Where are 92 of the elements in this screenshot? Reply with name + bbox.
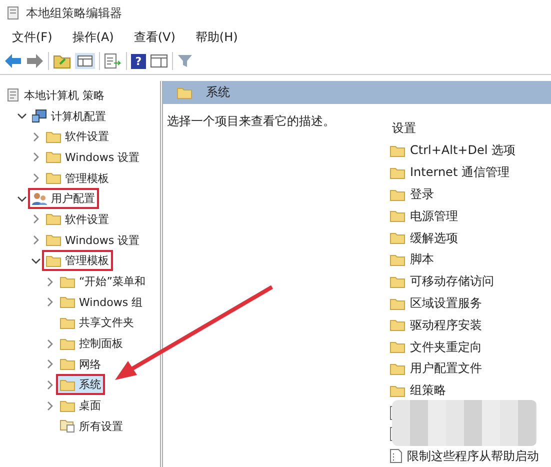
computer-icon — [32, 109, 47, 124]
menu-item[interactable]: 查看(V) — [126, 26, 184, 48]
window-title: 本地组策略编辑器 — [26, 4, 122, 22]
folder-icon — [46, 234, 61, 246]
folder-icon — [390, 166, 405, 179]
tree-item[interactable]: 本地计算机 策略 — [2, 84, 108, 106]
filter-icon[interactable] — [177, 53, 193, 69]
tree-item[interactable]: Windows 组 — [56, 292, 147, 313]
folder-icon — [46, 130, 61, 143]
column-heading: 设置 — [391, 120, 417, 137]
chevron-right-icon[interactable] — [31, 152, 41, 162]
document-icon — [390, 449, 402, 464]
list-item[interactable]: Internet 通信管理 — [410, 164, 510, 182]
chevron-right-icon[interactable] — [31, 173, 41, 184]
folder-icon — [46, 254, 61, 267]
folder-icon — [46, 151, 61, 164]
app-icon — [6, 6, 20, 20]
tree-item[interactable]: “开始”菜单和 — [56, 271, 150, 292]
menu-item[interactable]: 文件(F) — [4, 26, 60, 48]
tree-item[interactable]: 桌面 — [56, 395, 105, 416]
chevron-right-icon[interactable] — [31, 132, 41, 142]
tree-item[interactable]: Windows 设置 — [42, 146, 144, 168]
folder-icon — [60, 296, 75, 308]
folder-icon — [60, 338, 75, 350]
tree-item[interactable]: 共享文件夹 — [56, 312, 138, 334]
chevron-down-icon[interactable] — [17, 194, 27, 204]
list-item[interactable]: 文件夹重定向 — [410, 338, 482, 356]
folder-icon — [390, 384, 405, 397]
list-item[interactable]: 区域设置服务 — [410, 295, 482, 312]
tree-item[interactable]: 所有设置 — [56, 416, 127, 437]
menu-item[interactable]: 帮助(H) — [187, 26, 246, 48]
folder-icon — [390, 298, 405, 310]
folder-icon — [390, 341, 405, 354]
users-icon — [32, 192, 47, 206]
chevron-right-icon[interactable] — [45, 338, 55, 349]
tree-item[interactable]: 系统 — [56, 374, 105, 396]
chevron-down-icon[interactable] — [17, 111, 27, 122]
tree-item[interactable]: 网络 — [56, 354, 105, 375]
chevron-right-icon[interactable] — [45, 297, 55, 308]
tree-item[interactable]: 控制面板 — [56, 333, 127, 354]
folder-icon — [46, 172, 61, 184]
tree-item[interactable]: 管理模板 — [42, 250, 113, 272]
list-item[interactable]: 驱动程序安装 — [410, 316, 482, 334]
export-list-icon[interactable] — [104, 53, 122, 69]
scroll-icon — [6, 88, 20, 102]
menu-item[interactable]: 操作(A) — [64, 26, 122, 48]
help-icon[interactable]: ? — [131, 54, 146, 68]
folder-icon — [390, 210, 405, 222]
folder-icon — [390, 144, 405, 157]
folder-icon — [60, 276, 75, 288]
tree-item[interactable]: Windows 设置 — [42, 230, 144, 251]
chevron-right-icon[interactable] — [31, 235, 41, 246]
folder-icon — [60, 400, 75, 412]
folder-icon[interactable] — [53, 53, 71, 69]
list-item[interactable]: 可移动存储访问 — [410, 273, 494, 290]
folder-icon — [390, 254, 405, 266]
list-item[interactable]: 电源管理 — [410, 208, 458, 225]
list-item[interactable]: Ctrl+Alt+Del 选项 — [410, 142, 516, 160]
chevron-down-icon[interactable] — [31, 256, 41, 266]
list-item[interactable]: 组策略 — [410, 382, 446, 400]
chevron-right-icon[interactable] — [45, 276, 55, 287]
panel-icon[interactable] — [75, 53, 95, 69]
list-item[interactable]: 登录 — [410, 186, 434, 204]
back-arrow-icon[interactable] — [4, 53, 22, 69]
folder-icon — [46, 213, 61, 226]
folder-icon — [60, 358, 75, 370]
list-item[interactable]: 限制这些程序从帮助启动 — [407, 448, 539, 465]
header-title: 系统 — [206, 84, 230, 102]
tree-item[interactable]: 管理模板 — [42, 168, 113, 189]
settings-icon — [60, 419, 75, 434]
folder-icon — [60, 378, 75, 391]
forward-arrow-icon[interactable] — [26, 53, 44, 69]
chevron-right-icon[interactable] — [31, 214, 41, 224]
tree-item[interactable]: 软件设置 — [42, 126, 113, 148]
folder-icon — [390, 276, 405, 288]
folder-icon — [390, 362, 405, 375]
description-text: 选择一个项目来查看它的描述。 — [167, 114, 335, 128]
list-item[interactable]: 脚本 — [410, 251, 434, 268]
tree-item[interactable]: 计算机配置 — [28, 106, 110, 127]
tree-item[interactable]: 软件设置 — [42, 208, 113, 230]
folder-icon — [390, 188, 405, 201]
chevron-right-icon[interactable] — [45, 400, 55, 411]
chevron-right-icon[interactable] — [45, 380, 55, 390]
folder-icon — [390, 319, 405, 332]
list-item[interactable]: 缓解选项 — [410, 230, 458, 247]
tree-item[interactable]: 用户配置 — [28, 188, 99, 210]
folder-icon — [60, 316, 75, 329]
panel-icon[interactable] — [150, 53, 168, 69]
chevron-right-icon[interactable] — [45, 359, 55, 370]
list-item[interactable]: 用户配置文件 — [410, 360, 482, 378]
folder-icon — [390, 232, 405, 244]
folder-icon — [177, 86, 192, 99]
